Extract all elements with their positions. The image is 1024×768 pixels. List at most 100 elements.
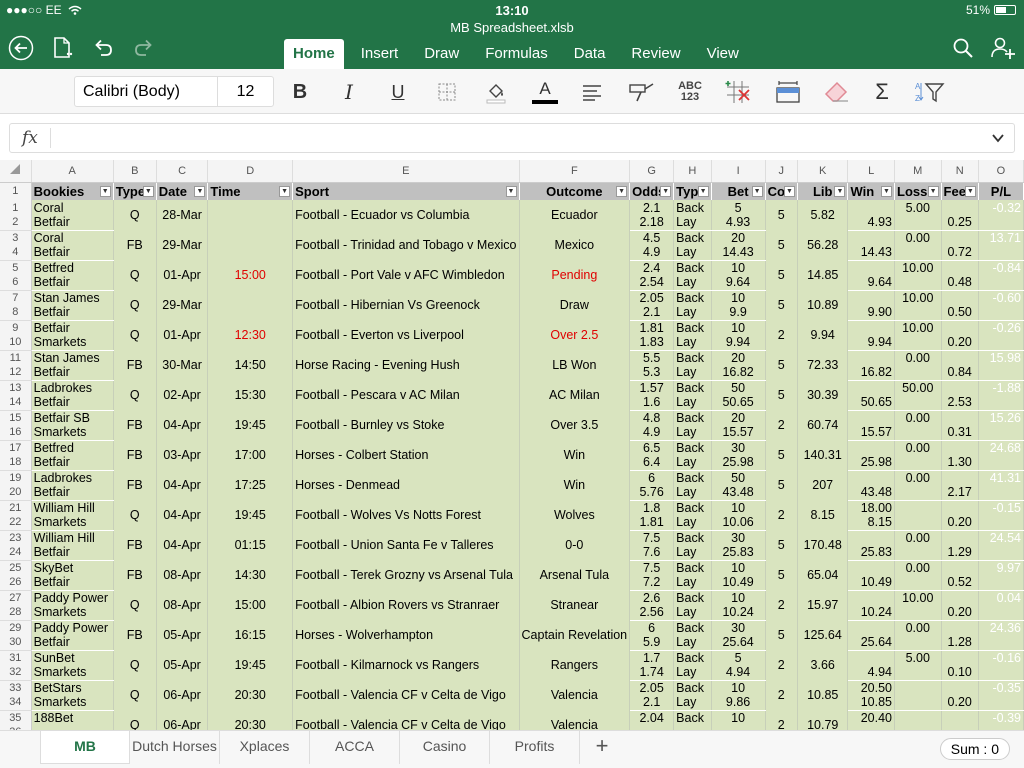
bet-cell[interactable]: 10 (711, 680, 766, 695)
fee-cell[interactable]: 2.53 (941, 395, 979, 411)
profit-loss-cell[interactable] (978, 665, 1024, 681)
fee-cell[interactable]: 1.30 (941, 455, 979, 471)
sport-cell[interactable]: Football - Pescara v AC Milan (292, 380, 520, 410)
bet-type-cell[interactable]: Back (673, 230, 712, 245)
table-row[interactable]: 5 Betfred Q 01-Apr 15:00 Football - Port Vale… (0, 260, 1024, 290)
fee-cell[interactable]: 0.10 (941, 665, 979, 681)
fee-cell[interactable]: 0.48 (941, 275, 979, 291)
table-row[interactable]: 11 Stan James FB 30-Mar 14:50 Horse Racing - … (0, 350, 1024, 380)
table-row[interactable]: 35 188Bet Q 06-Apr 20:30 Football - Valencia … (0, 710, 1024, 730)
loss-cell[interactable] (894, 275, 942, 291)
filter-dropdown-icon[interactable]: ▼ (881, 186, 892, 197)
profit-loss-cell[interactable]: -0.26 (978, 320, 1024, 335)
fee-cell[interactable]: 0.25 (941, 215, 979, 231)
date-cell[interactable]: 04-Apr (156, 410, 209, 440)
redo-icon[interactable] (131, 35, 157, 61)
commission-cell[interactable]: 5 (765, 620, 798, 650)
fee-cell[interactable] (941, 320, 979, 335)
bet-cell[interactable]: 30 (711, 530, 766, 545)
profit-loss-cell[interactable]: 9.97 (978, 560, 1024, 575)
bet-type-cell[interactable]: Back (673, 530, 712, 545)
bet-type-cell[interactable]: Lay (673, 545, 712, 561)
fill-color-icon[interactable] (481, 78, 511, 106)
bet-type-cell[interactable]: Back (673, 260, 712, 275)
tab-view[interactable]: View (698, 39, 748, 69)
row-number[interactable]: 14 (0, 395, 32, 411)
odds-cell[interactable]: 1.8 (629, 500, 675, 515)
profit-loss-cell[interactable]: 15.98 (978, 350, 1024, 365)
bookie-cell[interactable]: Betfair (31, 320, 114, 335)
win-cell[interactable]: 8.15 (847, 515, 895, 531)
sheet-tab-mb[interactable]: MB (40, 731, 130, 764)
odds-cell[interactable]: 1.74 (629, 665, 675, 681)
column-header[interactable]: K (797, 160, 849, 183)
sheet-tab-profits[interactable]: Profits (490, 731, 580, 764)
profit-loss-cell[interactable] (978, 485, 1024, 501)
autosum-button[interactable]: Σ (867, 78, 897, 106)
bet-cell[interactable]: 5 (711, 200, 766, 215)
fee-cell[interactable] (941, 620, 979, 635)
loss-cell[interactable]: 0.00 (894, 470, 942, 485)
commission-cell[interactable]: 2 (765, 650, 798, 680)
header-cell[interactable]: Typ ▼ (673, 182, 712, 200)
sort-filter-icon[interactable]: AZ (915, 78, 945, 106)
win-cell[interactable]: 9.94 (847, 335, 895, 351)
align-icon[interactable] (577, 78, 607, 106)
column-header[interactable]: F (519, 160, 631, 183)
commission-cell[interactable]: 5 (765, 260, 798, 290)
format-cells-icon[interactable] (773, 78, 803, 106)
row-number[interactable]: 33 (0, 680, 32, 695)
commission-cell[interactable]: 5 (765, 350, 798, 380)
bet-type-cell[interactable]: Lay (673, 335, 712, 351)
loss-cell[interactable] (894, 695, 942, 711)
win-cell[interactable] (847, 290, 895, 305)
odds-cell[interactable]: 1.81 (629, 515, 675, 531)
sport-cell[interactable]: Football - Trinidad and Tobago v Mexico (292, 230, 520, 260)
row-number[interactable]: 3 (0, 230, 32, 245)
date-cell[interactable]: 04-Apr (156, 470, 209, 500)
outcome-cell[interactable]: Mexico (519, 230, 631, 260)
bookie-cell[interactable]: Smarkets (31, 515, 114, 531)
bet-cell[interactable]: 9.86 (711, 695, 766, 711)
sport-cell[interactable]: Football - Port Vale v AFC Wimbledon (292, 260, 520, 290)
profit-loss-cell[interactable]: 24.36 (978, 620, 1024, 635)
column-header[interactable]: D (207, 160, 294, 183)
share-person-icon[interactable] (990, 35, 1016, 61)
commission-cell[interactable]: 5 (765, 200, 798, 230)
loss-cell[interactable]: 5.00 (894, 650, 942, 665)
type-cell[interactable]: FB (113, 410, 157, 440)
fee-cell[interactable] (941, 290, 979, 305)
profit-loss-cell[interactable] (978, 305, 1024, 321)
bet-cell[interactable]: 10 (711, 500, 766, 515)
time-cell[interactable]: 01:15 (207, 530, 294, 560)
row-number[interactable]: 5 (0, 260, 32, 275)
commission-cell[interactable]: 5 (765, 380, 798, 410)
fee-cell[interactable] (941, 560, 979, 575)
tab-data[interactable]: Data (565, 39, 615, 69)
bet-cell[interactable]: 25.83 (711, 545, 766, 561)
bookie-cell[interactable]: SkyBet (31, 560, 114, 575)
column-header[interactable]: E (292, 160, 520, 183)
odds-cell[interactable]: 6 (629, 470, 675, 485)
profit-loss-cell[interactable] (978, 335, 1024, 351)
bookie-cell[interactable]: SunBet (31, 650, 114, 665)
liability-cell[interactable]: 10.79 (797, 710, 849, 730)
fee-cell[interactable]: 1.28 (941, 635, 979, 651)
row-number[interactable]: 13 (0, 380, 32, 395)
date-cell[interactable]: 04-Apr (156, 530, 209, 560)
header-cell[interactable]: Cor ▼ (765, 182, 798, 200)
liability-cell[interactable]: 10.89 (797, 290, 849, 320)
liability-cell[interactable]: 140.31 (797, 440, 849, 470)
filter-dropdown-icon[interactable]: ▼ (142, 186, 154, 197)
profit-loss-cell[interactable] (978, 605, 1024, 621)
liability-cell[interactable]: 56.28 (797, 230, 849, 260)
worksheet[interactable]: A B C D E F G H I J K L M N O 1 Bookies ▼ (0, 160, 1024, 730)
bet-cell[interactable]: 10 (711, 290, 766, 305)
table-row[interactable]: 23 William Hill FB 04-Apr 01:15 Football - Un… (0, 530, 1024, 560)
bet-cell[interactable]: 50 (711, 380, 766, 395)
column-header[interactable]: I (711, 160, 766, 183)
format-painter-icon[interactable] (626, 78, 656, 106)
type-cell[interactable]: Q (113, 200, 157, 230)
bookie-cell[interactable]: Betfred (31, 440, 114, 455)
sport-cell[interactable]: Football - Kilmarnock vs Rangers (292, 650, 520, 680)
